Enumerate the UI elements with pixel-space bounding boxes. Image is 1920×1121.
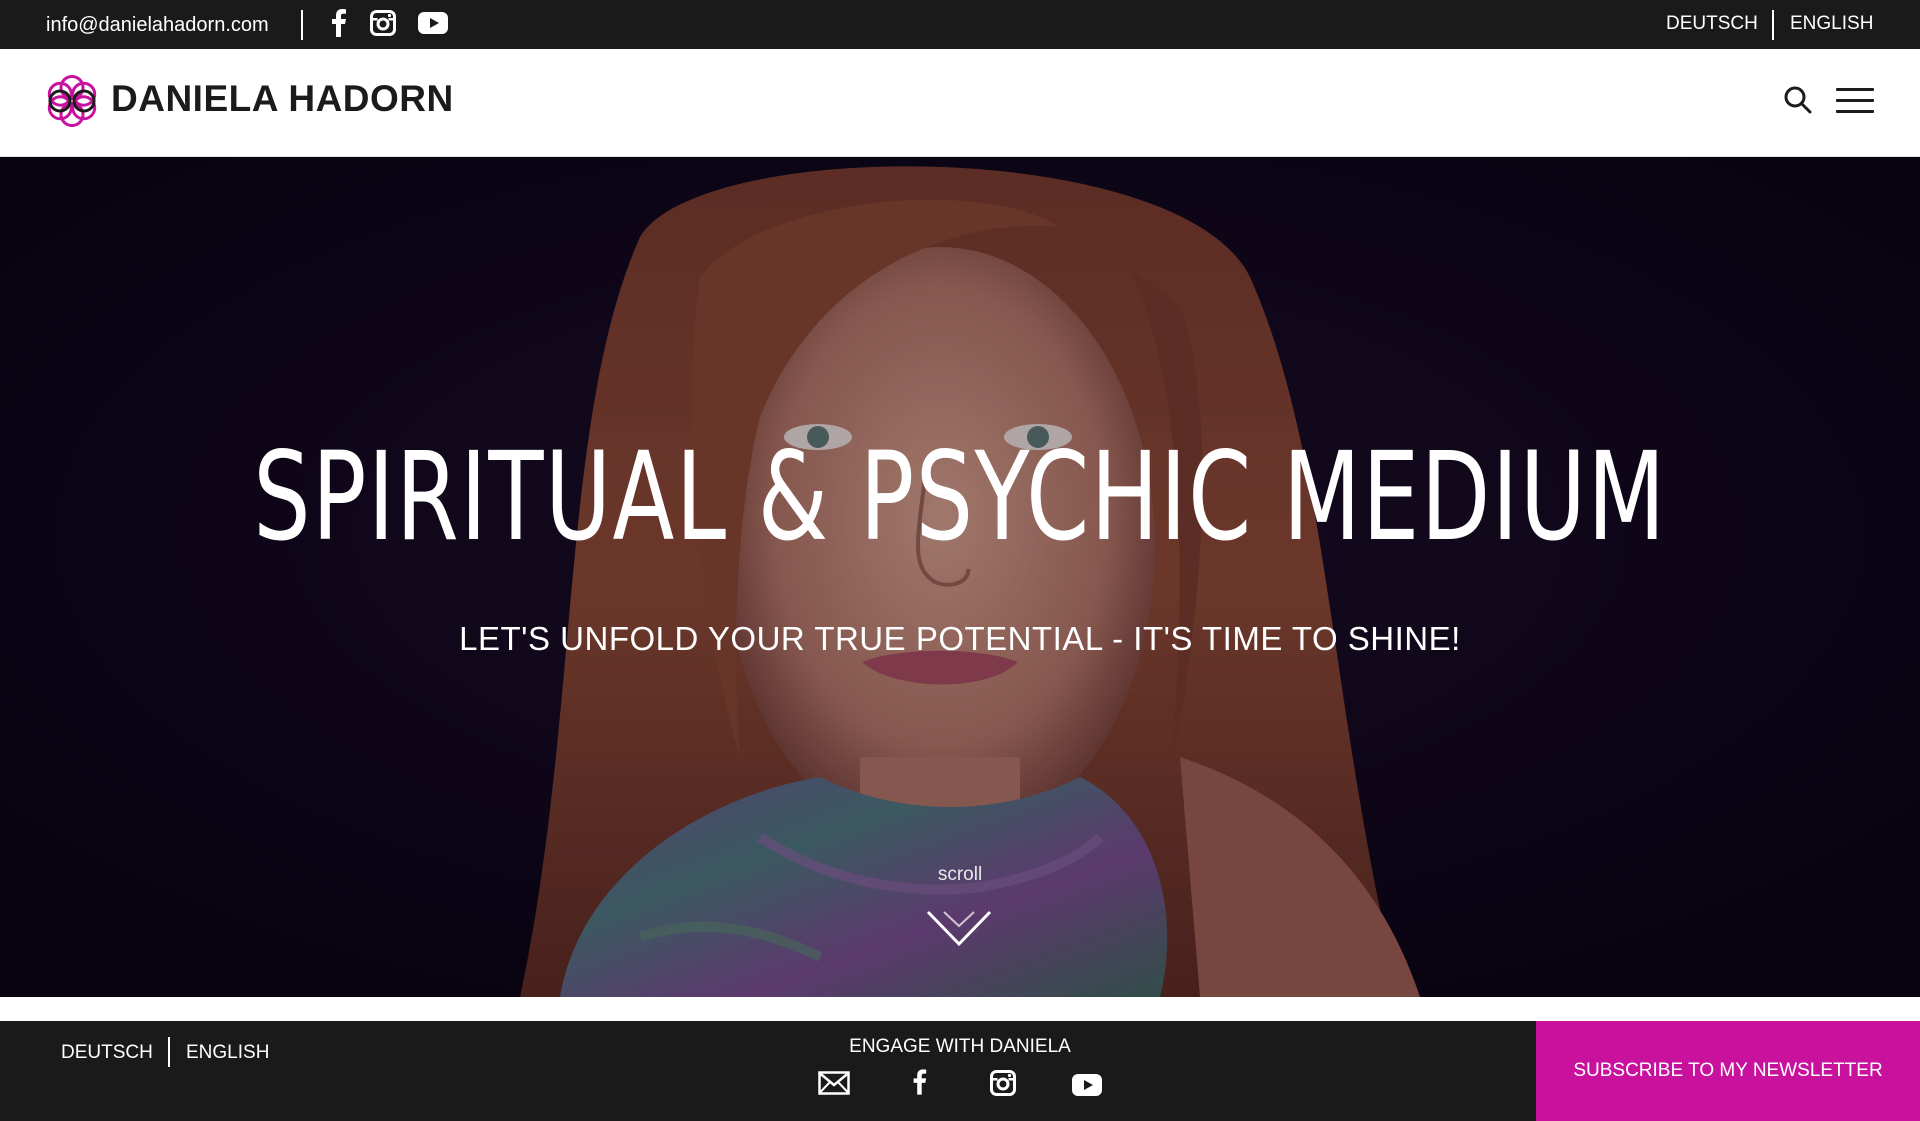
flower-logo-icon[interactable] xyxy=(44,73,100,129)
hero-section: SPIRITUAL & PSYCHIC MEDIUM LET'S UNFOLD … xyxy=(0,157,1920,997)
scroll-label[interactable]: scroll xyxy=(0,864,1920,886)
hero-subtitle: LET'S UNFOLD YOUR TRUE POTENTIAL - IT'S … xyxy=(459,620,1461,657)
email-link[interactable]: info@danielahadorn.com xyxy=(46,14,269,37)
site-header: DANIELA HADORN xyxy=(0,49,1920,157)
hamburger-menu-icon[interactable] xyxy=(1836,88,1874,114)
footer-lang-divider xyxy=(168,1037,170,1067)
footer-lang-deutsch[interactable]: DEUTSCH xyxy=(61,1042,153,1064)
top-bar-divider xyxy=(301,10,303,40)
brand-name[interactable]: DANIELA HADORN xyxy=(111,78,454,120)
youtube-icon[interactable] xyxy=(1072,1074,1102,1101)
engage-label: ENGAGE WITH DANIELA xyxy=(849,1036,1071,1057)
youtube-icon[interactable] xyxy=(418,12,448,34)
mail-icon[interactable] xyxy=(818,1071,850,1100)
top-bar: info@danielahadorn.com DEUTSCH ENGLISH xyxy=(0,0,1920,49)
top-lang-divider xyxy=(1772,10,1774,40)
instagram-icon[interactable] xyxy=(990,1070,1016,1101)
facebook-icon[interactable] xyxy=(910,1069,928,1100)
instagram-icon[interactable] xyxy=(370,10,396,36)
subscribe-newsletter-button[interactable]: SUBSCRIBE TO MY NEWSLETTER xyxy=(1536,1021,1920,1121)
content-gap xyxy=(0,997,1920,1021)
footer-bar: DEUTSCH ENGLISH ENGAGE WITH DANIELA SUBS… xyxy=(0,1021,1920,1121)
facebook-icon[interactable] xyxy=(328,9,348,37)
top-lang-english[interactable]: ENGLISH xyxy=(1790,13,1873,35)
hero-title: SPIRITUAL & PSYCHIC MEDIUM xyxy=(253,426,1667,568)
top-social-links xyxy=(328,9,448,37)
top-lang-deutsch[interactable]: DEUTSCH xyxy=(1666,13,1758,35)
search-icon[interactable] xyxy=(1783,85,1813,115)
chevron-down-icon[interactable] xyxy=(926,908,992,950)
footer-lang-english[interactable]: ENGLISH xyxy=(186,1042,269,1064)
